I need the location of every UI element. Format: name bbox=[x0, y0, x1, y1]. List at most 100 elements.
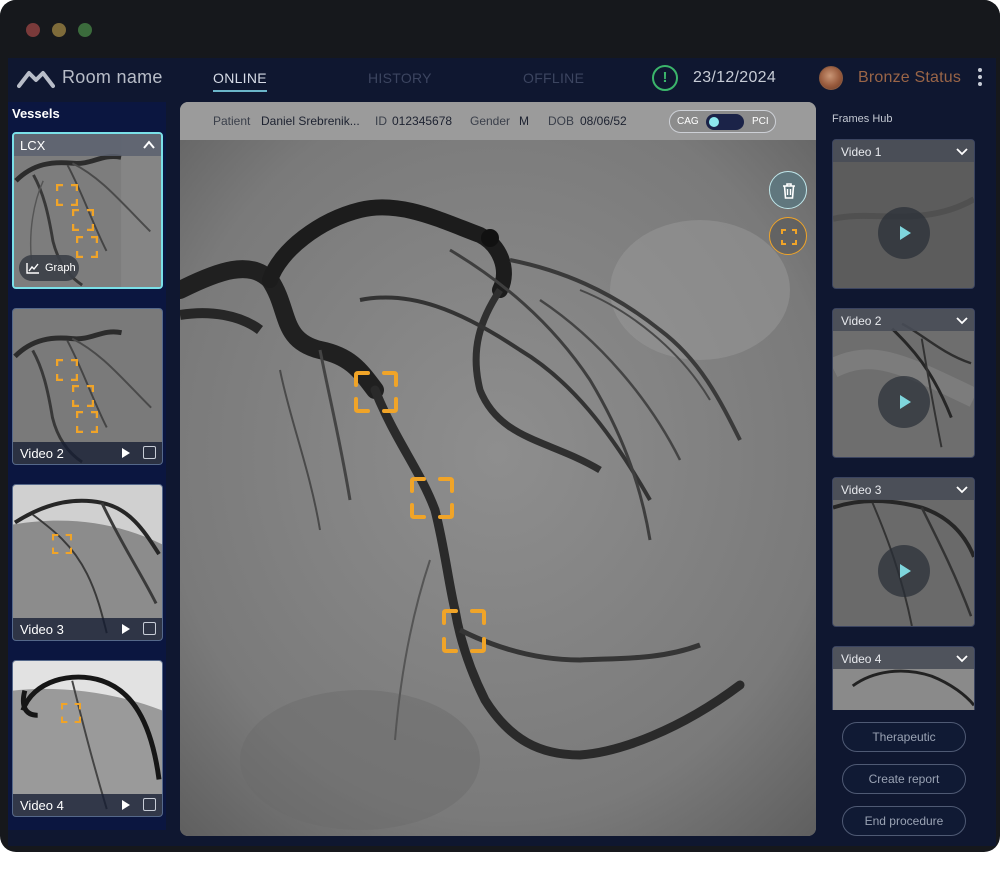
frame-label: Video 3 bbox=[841, 483, 882, 497]
tab-online[interactable]: ONLINE bbox=[213, 70, 267, 86]
minimize-window-button[interactable] bbox=[52, 23, 66, 37]
current-date: 23/12/2024 bbox=[693, 69, 777, 86]
trash-icon bbox=[783, 183, 795, 199]
patient-gender: M bbox=[519, 114, 529, 128]
graph-button[interactable]: Graph bbox=[19, 255, 79, 281]
lesion-marker[interactable] bbox=[52, 534, 72, 554]
delete-button[interactable] bbox=[769, 171, 807, 209]
id-label: ID bbox=[375, 114, 387, 128]
play-button[interactable] bbox=[878, 376, 930, 428]
vessel-card-footer: Video 2 bbox=[13, 442, 162, 464]
play-icon[interactable] bbox=[122, 800, 130, 810]
patient-id: 012345678 bbox=[392, 114, 453, 128]
angiogram-thumbnail bbox=[13, 485, 162, 640]
title-bar bbox=[0, 0, 1000, 58]
vessel-label: Video 3 bbox=[20, 622, 64, 637]
lesion-marker[interactable] bbox=[76, 411, 98, 433]
app-window: Room name ONLINE HISTORY OFFLINE ! 23/12… bbox=[0, 0, 1000, 852]
bronze-medal-icon bbox=[819, 66, 843, 90]
select-checkbox[interactable] bbox=[143, 798, 156, 811]
line-chart-icon bbox=[26, 263, 39, 274]
exclamation-circle-icon[interactable]: ! bbox=[652, 65, 678, 91]
frame-label: Video 2 bbox=[841, 314, 882, 328]
toggle-knob[interactable] bbox=[709, 117, 719, 127]
chevron-down-icon[interactable] bbox=[955, 313, 969, 327]
play-icon[interactable] bbox=[122, 448, 130, 458]
toggle-label-pci: PCI bbox=[752, 116, 769, 127]
vessel-label: LCX bbox=[20, 138, 46, 153]
lesion-marker[interactable] bbox=[61, 703, 81, 723]
status-label[interactable]: Bronze Status bbox=[858, 69, 961, 87]
frame-card-header: Video 4 bbox=[833, 647, 974, 669]
frame-card-header: Video 1 bbox=[833, 140, 974, 162]
play-icon bbox=[900, 226, 911, 240]
angiogram-image bbox=[180, 140, 816, 836]
chevron-down-icon[interactable] bbox=[955, 651, 969, 665]
frame-card-video-2[interactable]: Video 2 bbox=[832, 308, 975, 458]
lesion-marker[interactable] bbox=[72, 385, 94, 407]
play-button[interactable] bbox=[878, 545, 930, 597]
maximize-window-button[interactable] bbox=[78, 23, 92, 37]
vessel-card-lcx[interactable]: LCX Graph bbox=[12, 132, 163, 289]
patient-dob: 08/06/52 bbox=[580, 114, 627, 128]
lesion-marker[interactable] bbox=[56, 359, 78, 381]
create-report-button[interactable]: Create report bbox=[842, 764, 966, 794]
vessel-card-header: LCX bbox=[14, 134, 161, 156]
play-icon bbox=[900, 395, 911, 409]
chevron-down-icon[interactable] bbox=[955, 482, 969, 496]
lesion-marker[interactable] bbox=[56, 184, 78, 206]
play-icon[interactable] bbox=[122, 624, 130, 634]
patient-name: Daniel Srebrenik... bbox=[261, 114, 360, 128]
select-checkbox[interactable] bbox=[143, 446, 156, 459]
angiogram-thumbnail bbox=[13, 661, 162, 816]
angiogram-viewer[interactable]: Patient Daniel Srebrenik... ID 012345678… bbox=[180, 102, 816, 836]
tab-offline[interactable]: OFFLINE bbox=[523, 70, 584, 86]
dob-label: DOB bbox=[548, 114, 575, 128]
gender-label: Gender bbox=[470, 114, 511, 128]
patient-info-bar: Patient Daniel Srebrenik... ID 012345678… bbox=[180, 102, 816, 140]
select-checkbox[interactable] bbox=[143, 622, 156, 635]
vessel-card-footer: Video 4 bbox=[13, 794, 162, 816]
vessel-card-video-3[interactable]: Video 3 bbox=[12, 484, 163, 641]
lesion-marker[interactable] bbox=[354, 371, 398, 413]
frame-card-video-3[interactable]: Video 3 bbox=[832, 477, 975, 627]
toggle-track[interactable] bbox=[706, 114, 744, 130]
chevron-down-icon[interactable] bbox=[955, 144, 969, 158]
vessels-sidebar: Vessels LCX Graph Video 2 Video 3 Video … bbox=[8, 102, 166, 830]
vessels-title: Vessels bbox=[12, 106, 60, 121]
frames-hub-title: Frames Hub bbox=[832, 113, 893, 125]
frame-card-header: Video 2 bbox=[833, 309, 974, 331]
focus-lesion-button[interactable] bbox=[769, 217, 807, 255]
close-window-button[interactable] bbox=[26, 23, 40, 37]
frame-card-video-1[interactable]: Video 1 bbox=[832, 139, 975, 289]
end-procedure-button[interactable]: End procedure bbox=[842, 806, 966, 836]
frame-label: Video 1 bbox=[841, 145, 882, 159]
play-icon bbox=[900, 564, 911, 578]
app-content: Room name ONLINE HISTORY OFFLINE ! 23/12… bbox=[8, 58, 996, 846]
therapeutic-button[interactable]: Therapeutic bbox=[842, 722, 966, 752]
cag-pci-toggle[interactable]: CAG PCI bbox=[669, 110, 776, 133]
vessel-card-video-4[interactable]: Video 4 bbox=[12, 660, 163, 817]
chevron-up-icon[interactable] bbox=[142, 138, 156, 152]
frame-card-video-4[interactable]: Video 4 bbox=[832, 646, 975, 716]
patient-label: Patient bbox=[213, 114, 251, 128]
frame-label: Video 4 bbox=[841, 652, 882, 666]
lesion-marker[interactable] bbox=[410, 477, 454, 519]
vessel-card-video-2[interactable]: Video 2 bbox=[12, 308, 163, 465]
active-tab-indicator bbox=[213, 90, 267, 92]
procedure-actions: Therapeutic Create report End procedure bbox=[828, 710, 984, 836]
lesion-marker[interactable] bbox=[72, 209, 94, 231]
vessel-card-footer: Video 3 bbox=[13, 618, 162, 640]
tab-history[interactable]: HISTORY bbox=[368, 70, 432, 86]
kebab-menu-icon[interactable] bbox=[976, 68, 984, 88]
mountain-logo-icon bbox=[17, 71, 55, 88]
toggle-label-cag: CAG bbox=[677, 116, 699, 127]
room-name: Room name bbox=[62, 67, 163, 87]
play-button[interactable] bbox=[878, 207, 930, 259]
lesion-marker[interactable] bbox=[442, 609, 486, 653]
frame-card-header: Video 3 bbox=[833, 478, 974, 500]
vessel-label: Video 2 bbox=[20, 446, 64, 461]
vessel-label: Video 4 bbox=[20, 798, 64, 813]
lesion-marker[interactable] bbox=[76, 236, 98, 258]
focus-frame-icon bbox=[781, 229, 797, 245]
